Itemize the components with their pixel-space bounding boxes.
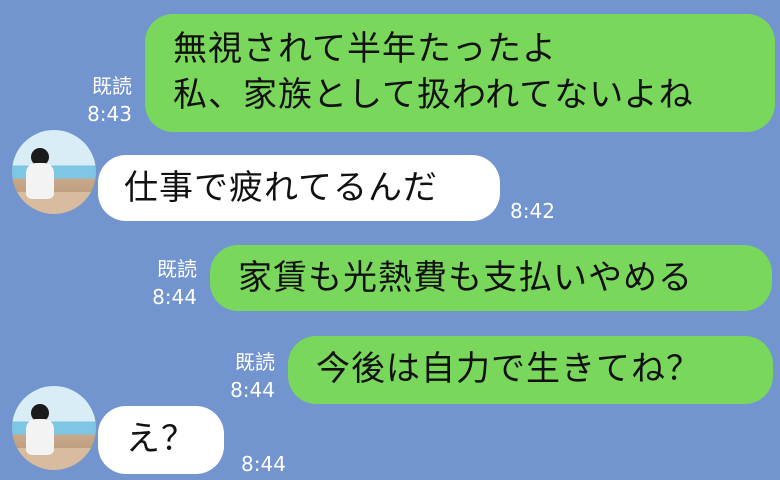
- message-time: 8:44: [241, 452, 286, 476]
- read-status: 既読 8:43: [87, 74, 132, 126]
- sent-message: 無視されて半年たったよ 私、家族として扱われてないよね: [145, 14, 775, 132]
- beach-sand: [12, 448, 96, 470]
- chat-thread: 既読 8:43 無視されて半年たったよ 私、家族として扱われてないよね 仕事で疲…: [0, 0, 780, 480]
- person-figure: [26, 404, 54, 456]
- person-figure: [26, 148, 54, 200]
- message-time: 8:42: [510, 199, 555, 223]
- avatar: [12, 386, 96, 470]
- received-message: 仕事で疲れてるんだ: [98, 155, 500, 221]
- avatar: [12, 130, 96, 214]
- read-status: 既読 8:44: [152, 257, 197, 309]
- sent-message: 今後は自力で生きてね？: [288, 336, 773, 404]
- received-message: え？: [98, 406, 224, 474]
- read-status: 既読 8:44: [230, 350, 275, 402]
- beach-sand: [12, 192, 96, 214]
- sent-message: 家賃も光熱費も支払いやめる: [210, 245, 772, 311]
